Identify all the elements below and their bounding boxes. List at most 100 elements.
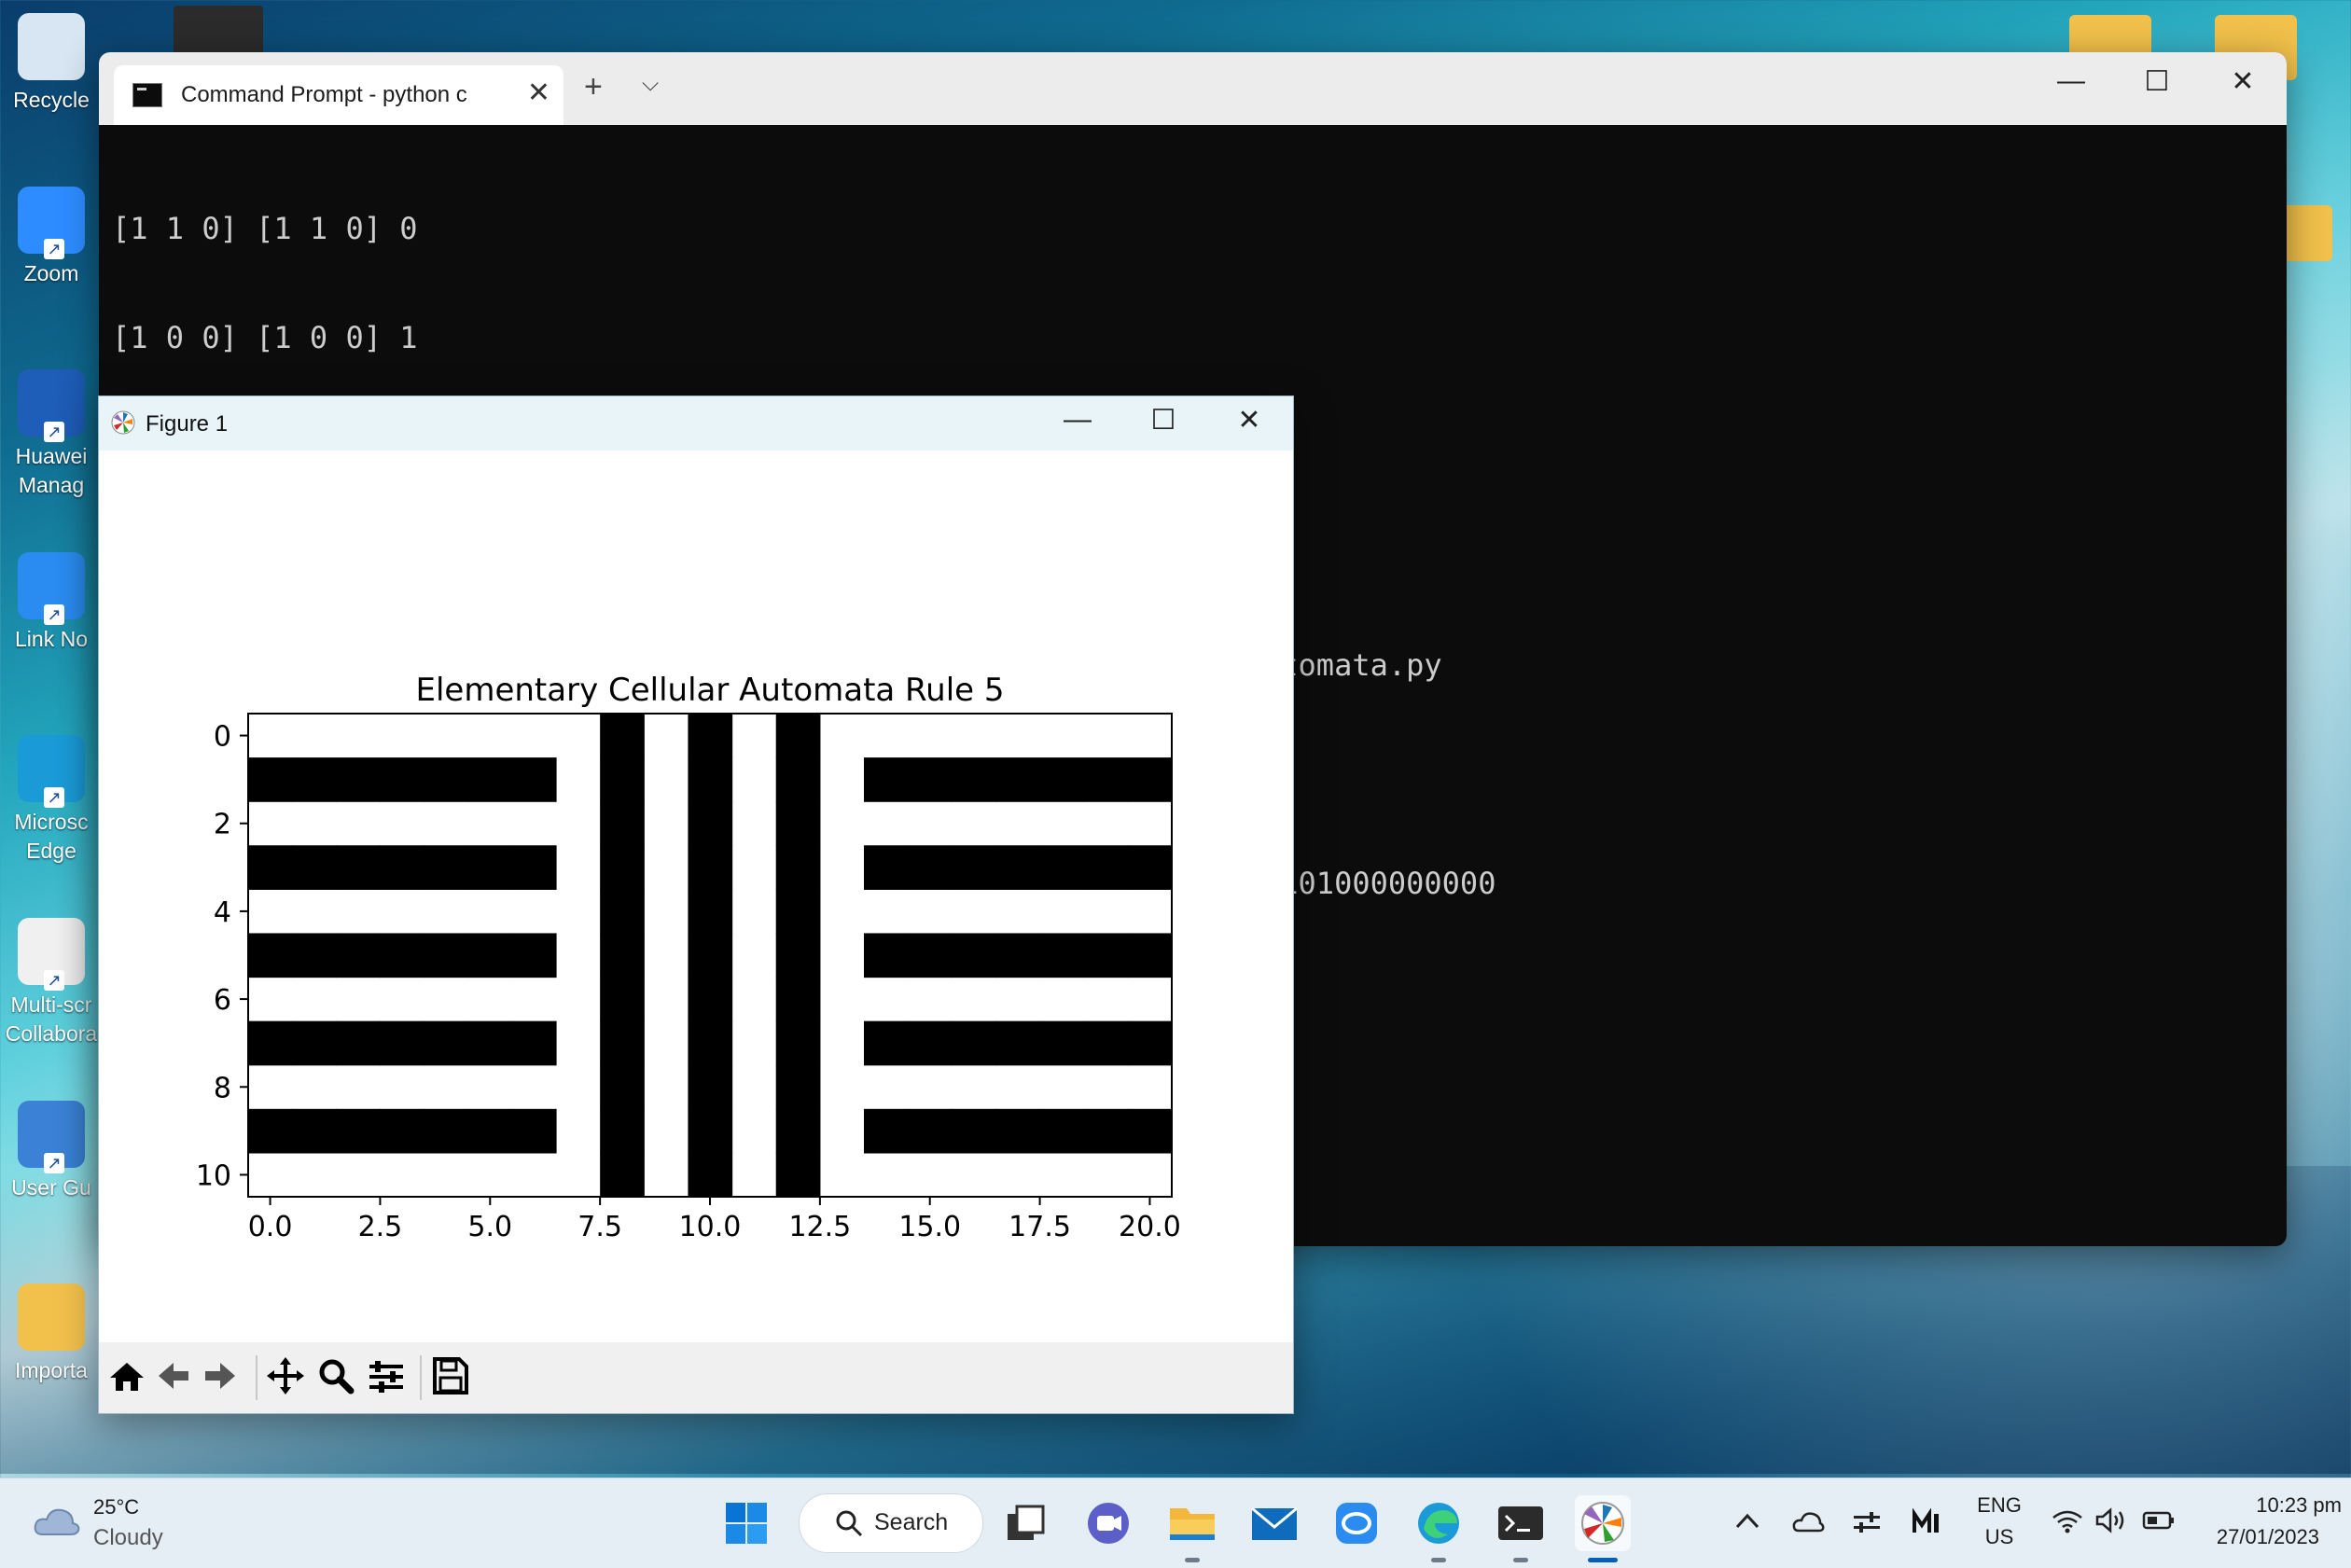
link-now-button[interactable] (1329, 1495, 1384, 1551)
file-explorer-button[interactable] (1164, 1495, 1220, 1562)
desktop-icon-label: Microsc (14, 810, 89, 834)
heatmap-cell (908, 1108, 953, 1154)
mail-button[interactable] (1246, 1495, 1302, 1551)
weather-condition[interactable]: Cloudy (93, 1525, 163, 1551)
desktop-icon[interactable]: ↗ Multi-scr Collabora (0, 918, 103, 1048)
desktop-icon[interactable]: ↗ Microsc Edge (0, 735, 103, 866)
figure-close-button[interactable]: ✕ (1226, 404, 1273, 437)
weather-cloud-icon[interactable] (32, 1503, 82, 1540)
heatmap-cell (1127, 757, 1173, 802)
task-view-button[interactable] (998, 1495, 1054, 1551)
desktop-icon[interactable]: ↗ Zoom (0, 187, 103, 288)
settings-sliders-icon[interactable] (1851, 1508, 1883, 1536)
desktop-icon[interactable]: ↗ Link No (0, 552, 103, 654)
mail-icon (1251, 1506, 1298, 1540)
start-button[interactable] (718, 1495, 774, 1551)
figure-canvas[interactable]: Elementary Cellular Automata Rule 5 0.0 2.… (99, 451, 1293, 1342)
heatmap-cell (1127, 933, 1173, 978)
save-icon[interactable] (427, 1350, 472, 1402)
language-region[interactable]: US (1967, 1525, 2032, 1549)
desktop-icon[interactable]: ↗ Huawei Manag (0, 369, 103, 500)
tab-dropdown-icon[interactable]: ⌵ (642, 71, 659, 97)
heatmap-cell (511, 1108, 557, 1154)
x-tick-label: 12.5 (788, 1211, 851, 1243)
desktop-icon[interactable]: ↗ User Gu (0, 1101, 103, 1202)
minimize-button[interactable]: — (2043, 65, 2099, 97)
maximize-button[interactable]: ☐ (2129, 65, 2185, 98)
clock-time[interactable]: 10:23 pm (2183, 1493, 2342, 1518)
huawei-manager-tray-icon[interactable] (1911, 1508, 1944, 1536)
heatmap-cell (380, 1108, 425, 1154)
heatmap-cell (1083, 1020, 1129, 1066)
figure-titlebar[interactable]: Figure 1 — ☐ ✕ (99, 396, 1293, 451)
heatmap-cell (600, 801, 645, 846)
heatmap-cell (292, 757, 337, 802)
home-icon[interactable] (104, 1350, 149, 1402)
desktop-icon-label: Importa (15, 1358, 88, 1382)
heatmap-cell (1127, 1020, 1173, 1066)
back-icon[interactable] (151, 1350, 196, 1402)
terminal-button[interactable] (1493, 1495, 1549, 1562)
heatmap-cell (248, 757, 293, 802)
close-button[interactable]: ✕ (2215, 65, 2271, 98)
chevron-up-icon[interactable] (1733, 1510, 1761, 1533)
toolbar-separator (420, 1355, 422, 1400)
heatmap-cell (336, 757, 382, 802)
wifi-icon[interactable] (2051, 1506, 2084, 1534)
teams-chat-button[interactable] (1080, 1495, 1136, 1551)
heatmap-cell (688, 714, 733, 758)
clock-date[interactable]: 27/01/2023 (2183, 1525, 2319, 1549)
figure-window[interactable]: Figure 1 — ☐ ✕ Elementary Cellular Autom… (98, 395, 1294, 1414)
heatmap-cell (1083, 1108, 1129, 1154)
language-code[interactable]: ENG (1967, 1493, 2032, 1518)
desktop-icon-label: Edge (26, 839, 77, 863)
matplotlib-button[interactable] (1575, 1495, 1631, 1562)
recycle-bin-icon (18, 13, 85, 80)
heatmap-cell (952, 933, 997, 978)
heatmap-cell (864, 757, 909, 802)
multiscreen-icon: ↗ (18, 918, 85, 991)
forward-icon[interactable] (198, 1350, 243, 1402)
heatmap-cell (908, 845, 953, 890)
heatmap-cell (600, 889, 645, 935)
heatmap-cell (908, 933, 953, 978)
weather-temperature[interactable]: 25°C (93, 1495, 139, 1519)
heatmap-cell (688, 801, 733, 846)
heatmap-cell (688, 977, 733, 1022)
heatmap-cell (248, 1108, 293, 1154)
folder-icon (18, 1284, 85, 1351)
y-tick-label: 6 (214, 984, 231, 1017)
heatmap-cell (1039, 1020, 1085, 1066)
edge-icon: ↗ (18, 735, 85, 808)
y-tick-label: 4 (214, 896, 231, 929)
heatmap-cell (775, 845, 821, 890)
desktop-icon-label: Collabora (5, 1021, 98, 1046)
onedrive-cloud-icon[interactable] (1791, 1508, 1825, 1534)
terminal-tab[interactable]: Command Prompt - python c ✕ (114, 65, 563, 125)
volume-icon[interactable] (2094, 1506, 2129, 1534)
terminal-titlebar[interactable]: Command Prompt - python c ✕ + ⌵ — ☐ ✕ (99, 52, 2287, 125)
heatmap-cell (688, 889, 733, 935)
edge-button[interactable] (1411, 1495, 1467, 1562)
zoom-icon[interactable] (313, 1350, 358, 1402)
search-box[interactable]: Search (799, 1493, 983, 1553)
figure-maximize-button[interactable]: ☐ (1140, 404, 1187, 437)
heatmap-cell (908, 1020, 953, 1066)
heatmap-cell (1039, 757, 1085, 802)
command-prompt-icon (132, 83, 162, 107)
heatmap-cell (952, 845, 997, 890)
figure-minimize-button[interactable]: — (1054, 404, 1101, 436)
chart-title: Elementary Cellular Automata Rule 5 (416, 672, 1005, 709)
new-tab-button[interactable]: + (584, 69, 603, 105)
desktop-icon[interactable]: Importa (0, 1284, 103, 1385)
heatmap-cell (864, 1108, 909, 1154)
heatmap-cell (380, 757, 425, 802)
terminal-icon (1498, 1506, 1543, 1540)
tab-close-icon[interactable]: ✕ (527, 76, 550, 109)
heatmap-cell (292, 1020, 337, 1066)
battery-icon[interactable] (2142, 1508, 2176, 1533)
desktop-icon[interactable]: Recycle (0, 13, 103, 115)
configure-icon[interactable] (364, 1350, 409, 1402)
pan-icon[interactable] (263, 1350, 308, 1402)
heatmap-cell (336, 845, 382, 890)
